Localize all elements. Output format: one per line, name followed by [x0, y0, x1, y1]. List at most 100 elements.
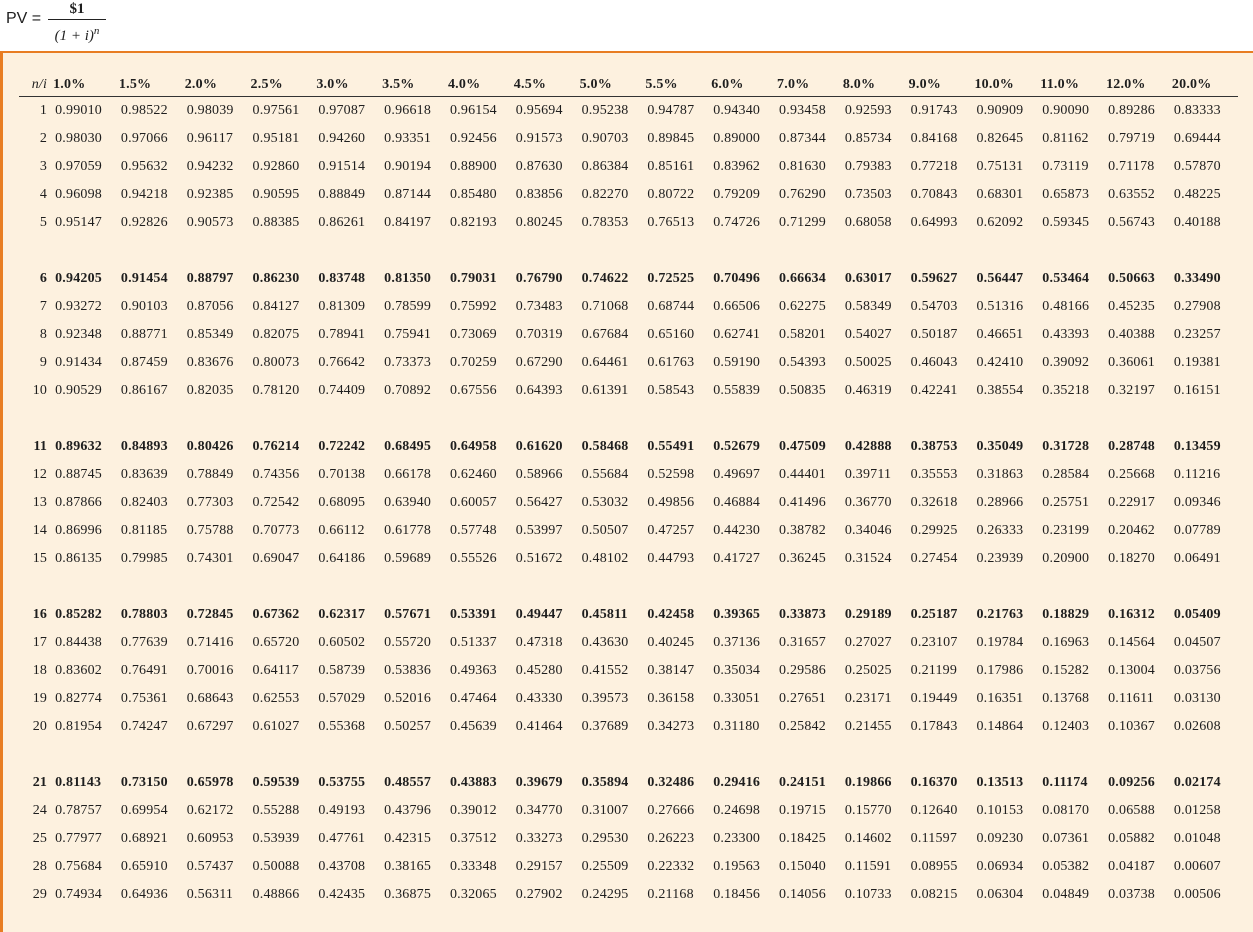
pv-factor-cell: 0.06588	[1108, 803, 1156, 818]
pv-factor-cell: 0.38753	[910, 439, 958, 454]
pv-factor-cell: 0.84893	[120, 439, 168, 454]
pv-factor-cell: 0.75992	[449, 299, 497, 314]
formula-lhs: PV =	[6, 10, 42, 27]
pv-factor-cell: 0.04507	[1173, 635, 1221, 650]
pv-factor-cell: 0.87866	[55, 495, 103, 510]
pv-factor-cell: 0.50025	[844, 355, 892, 370]
pv-factor-cell: 0.34273	[647, 719, 695, 734]
pv-factor-cell: 0.11611	[1108, 691, 1154, 706]
pv-factor-cell: 0.50835	[779, 383, 826, 398]
left-accent-rule	[0, 0, 3, 932]
pv-factor-cell: 0.85282	[55, 607, 103, 622]
table-row: 10 0.90529 0.86167 0.82035 0.78120 0.74409 0.7…	[19, 377, 1238, 405]
pv-factor-cell: 0.84438	[55, 635, 103, 650]
pv-factor-cell: 0.27651	[779, 691, 826, 706]
pv-factor-cell: 0.55839	[713, 383, 761, 398]
pv-factor-cell: 0.89845	[647, 131, 695, 146]
period-cell: 28	[32, 859, 48, 874]
pv-factor-cell: 0.98522	[120, 103, 168, 118]
pv-factor-cell: 0.53755	[318, 775, 366, 790]
pv-factor-cell: 0.49697	[713, 467, 761, 482]
pv-factor-cell: 0.18829	[1042, 607, 1090, 622]
pv-factor-cell: 0.87056	[186, 299, 234, 314]
group-spacer	[19, 405, 1238, 433]
rate-header: 5.0%	[579, 74, 646, 97]
formula-fraction: $1 (1 + i)n	[48, 1, 106, 46]
pv-factor-cell: 0.64117	[252, 663, 299, 678]
pv-factor-cell: 0.57748	[449, 523, 497, 538]
pv-factor-cell: 0.96098	[55, 187, 103, 202]
pv-factor-cell: 0.55288	[252, 803, 300, 818]
pv-factor-cell: 0.23199	[1042, 523, 1090, 538]
pv-factor-cell: 0.22917	[1108, 495, 1156, 510]
pv-factor-cell: 0.81630	[779, 159, 826, 174]
period-cell: 20	[32, 719, 48, 734]
pv-factor-cell: 0.95147	[55, 215, 103, 230]
pv-factor-cell: 0.93272	[55, 299, 103, 314]
pv-factor-cell: 0.79209	[713, 187, 761, 202]
table-row: 18 0.83602 0.76491 0.70016 0.64117 0.58739 0.5…	[19, 657, 1238, 685]
pv-factor-cell: 0.33273	[515, 831, 563, 846]
formula-numerator: $1	[48, 1, 106, 20]
period-cell: 25	[32, 831, 48, 846]
period-cell: 12	[32, 467, 48, 482]
pv-factor-cell: 0.11174	[1042, 775, 1088, 790]
pv-factor-cell: 0.20462	[1108, 523, 1156, 538]
pv-factor-cell: 0.91573	[515, 131, 563, 146]
rate-header: 8.0%	[842, 74, 909, 97]
table-row: 20 0.81954 0.74247 0.67297 0.61027 0.55368 0.5…	[19, 713, 1238, 741]
pv-factor-cell: 0.90103	[120, 299, 168, 314]
pv-factor-cell: 0.32197	[1108, 383, 1156, 398]
pv-factor-cell: 0.69954	[120, 803, 168, 818]
rate-header: 1.0%	[53, 74, 119, 97]
pv-factor-cell: 0.77303	[186, 495, 234, 510]
period-cell: 3	[39, 159, 48, 174]
pv-factor-cell: 0.17986	[976, 663, 1024, 678]
table-row: 28 0.75684 0.65910 0.57437 0.50088 0.43708 0.3…	[19, 853, 1238, 881]
pv-factor-cell: 0.49193	[318, 803, 366, 818]
pv-factor-cell: 0.73483	[515, 299, 563, 314]
pv-factor-cell: 0.77218	[910, 159, 958, 174]
table-row: 12 0.88745 0.83639 0.78849 0.74356 0.70138 0.6…	[19, 461, 1238, 489]
period-cell: 2	[39, 131, 48, 146]
pv-factor-cell: 0.45280	[515, 663, 563, 678]
pv-factor-cell: 0.48866	[252, 887, 300, 902]
pv-factor-cell: 0.23939	[976, 551, 1024, 566]
pv-factor-cell: 0.65160	[647, 327, 695, 342]
table-row: 13 0.87866 0.82403 0.77303 0.72542 0.68095 0.6…	[19, 489, 1238, 517]
pv-factor-cell: 0.53391	[449, 607, 497, 622]
pv-factor-cell: 0.63940	[384, 495, 432, 510]
pv-factor-cell: 0.20900	[1042, 551, 1090, 566]
period-cell: 15	[32, 551, 48, 566]
pv-factor-cell: 0.16370	[910, 775, 958, 790]
pv-factor-cell: 0.62317	[318, 607, 366, 622]
pv-factor-cell: 0.08955	[910, 859, 958, 874]
present-value-table: n/i 1.0% 1.5% 2.0% 2.5% 3.0% 3.5% 4.0% 4.5% 5.0%…	[19, 74, 1238, 909]
pv-factor-cell: 0.97561	[252, 103, 300, 118]
period-cell: 9	[39, 355, 48, 370]
pv-factor-cell: 0.72845	[186, 607, 234, 622]
pv-factor-cell: 0.89000	[713, 131, 761, 146]
pv-factor-cell: 0.48225	[1173, 187, 1221, 202]
pv-factor-cell: 0.23171	[844, 691, 892, 706]
pv-factor-cell: 0.83639	[120, 467, 168, 482]
pv-factor-cell: 0.63017	[844, 271, 892, 286]
pv-factor-cell: 0.48166	[1042, 299, 1090, 314]
pv-factor-cell: 0.79985	[120, 551, 168, 566]
pv-factor-cell: 0.65978	[186, 775, 234, 790]
period-cell: 10	[32, 383, 48, 398]
table-row: 16 0.85282 0.78803 0.72845 0.67362 0.62317 0.5…	[19, 601, 1238, 629]
pv-factor-cell: 0.88797	[186, 271, 234, 286]
pv-factor-cell: 0.60057	[449, 495, 497, 510]
pv-factor-cell: 0.71178	[1108, 159, 1155, 174]
rate-header: 10.0%	[974, 74, 1041, 97]
pv-factor-cell: 0.34046	[844, 523, 892, 538]
pv-factor-cell: 0.10367	[1108, 719, 1156, 734]
pv-factor-cell: 0.78941	[318, 327, 366, 342]
table-row: 6 0.94205 0.91454 0.88797 0.86230 0.83748 0.81…	[19, 265, 1238, 293]
pv-factor-cell: 0.74301	[186, 551, 234, 566]
formula-exponent: n	[93, 25, 100, 37]
pv-factor-cell: 0.70016	[186, 663, 234, 678]
table-row: 2 0.98030 0.97066 0.96117 0.95181 0.94260 0.93…	[19, 125, 1238, 153]
pv-factor-cell: 0.41496	[779, 495, 826, 510]
